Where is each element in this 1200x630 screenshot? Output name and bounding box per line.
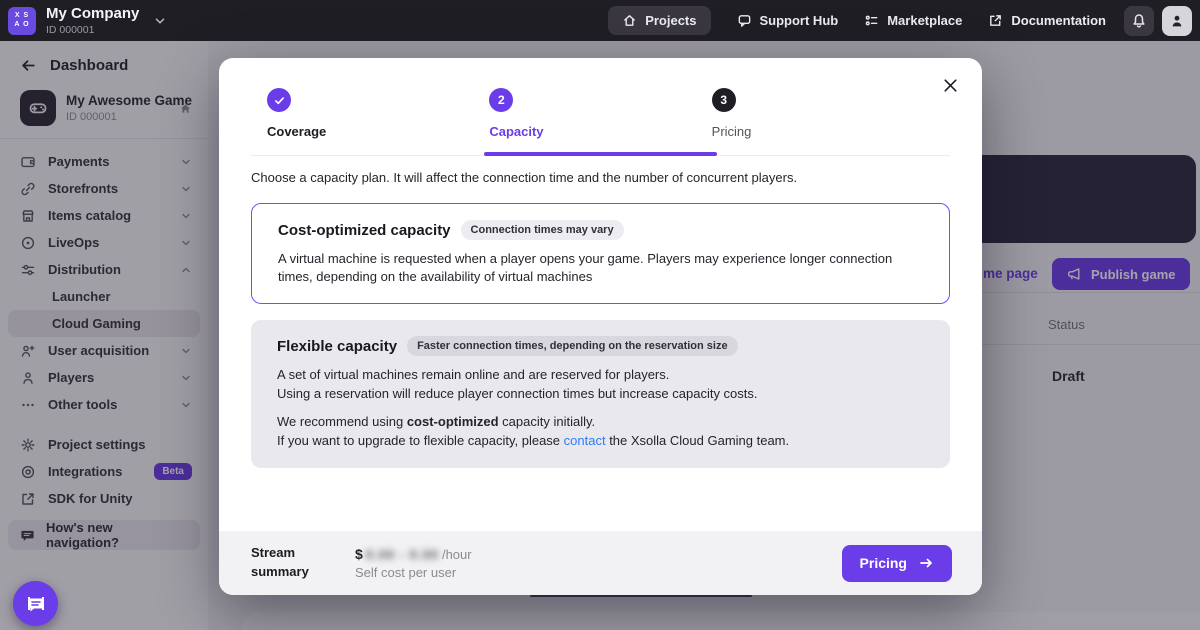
plan-description: A virtual machine is requested when a pl… bbox=[278, 250, 923, 286]
step-number: 3 bbox=[712, 88, 736, 112]
capacity-setup-modal: Coverage 2 Capacity 3 Pricing Choose a c… bbox=[219, 58, 982, 595]
self-cost-label: Self cost per user bbox=[355, 565, 472, 580]
documentation-label: Documentation bbox=[1011, 13, 1106, 28]
modal-footer: Stream summary $ 0.00 - 0.00 /hour Self … bbox=[219, 531, 982, 595]
xsolla-logo[interactable]: X SA O bbox=[8, 7, 36, 35]
company-name: My Company bbox=[46, 6, 139, 21]
step-label: Capacity bbox=[489, 124, 543, 139]
list-icon bbox=[864, 13, 879, 28]
projects-label: Projects bbox=[645, 13, 696, 28]
external-link-icon bbox=[988, 13, 1003, 28]
price-blurred: 0.00 - 0.00 bbox=[366, 547, 439, 562]
modal-body: Choose a capacity plan. It will affect t… bbox=[219, 156, 982, 531]
currency-symbol: $ bbox=[355, 546, 363, 562]
plan-line: Using a reservation will reduce player c… bbox=[277, 385, 924, 404]
price-block: $ 0.00 - 0.00 /hour Self cost per user bbox=[355, 546, 472, 580]
plan-description: A set of virtual machines remain online … bbox=[277, 366, 924, 404]
pricing-next-button[interactable]: Pricing bbox=[842, 545, 952, 582]
account-button[interactable] bbox=[1162, 6, 1192, 36]
notifications-button[interactable] bbox=[1124, 6, 1154, 36]
step-number: 2 bbox=[489, 88, 513, 112]
plan-line: A set of virtual machines remain online … bbox=[277, 366, 924, 385]
close-icon[interactable] bbox=[937, 72, 964, 99]
step-pricing[interactable]: 3 Pricing bbox=[712, 88, 934, 139]
marketplace-label: Marketplace bbox=[887, 13, 962, 28]
support-hub-label: Support Hub bbox=[760, 13, 839, 28]
projects-button[interactable]: Projects bbox=[608, 6, 710, 35]
home-icon bbox=[622, 13, 637, 28]
arrow-right-icon bbox=[918, 555, 934, 571]
documentation-link[interactable]: Documentation bbox=[988, 13, 1106, 28]
chat-icon bbox=[737, 13, 752, 28]
per-hour-label: /hour bbox=[442, 547, 472, 562]
check-icon bbox=[267, 88, 291, 112]
topbar-nav: Projects Support Hub Marketplace Documen… bbox=[608, 6, 1106, 35]
stepper: Coverage 2 Capacity 3 Pricing bbox=[219, 58, 982, 139]
plan-badge: Faster connection times, depending on th… bbox=[407, 336, 738, 356]
plan-card-flexible[interactable]: Flexible capacity Faster connection time… bbox=[251, 320, 950, 467]
plan-title: Flexible capacity bbox=[277, 338, 397, 355]
step-capacity[interactable]: 2 Capacity bbox=[489, 88, 711, 139]
plan-recommendation: We recommend using cost-optimized capaci… bbox=[277, 413, 924, 451]
plan-badge: Connection times may vary bbox=[461, 220, 624, 240]
plan-line: We recommend using cost-optimized capaci… bbox=[277, 413, 924, 432]
contact-link[interactable]: contact bbox=[564, 433, 606, 448]
chat-bubble-icon bbox=[25, 593, 47, 615]
step-label: Coverage bbox=[267, 124, 326, 139]
chat-widget-button[interactable] bbox=[13, 581, 58, 626]
plan-line: If you want to upgrade to flexible capac… bbox=[277, 432, 924, 451]
support-hub-link[interactable]: Support Hub bbox=[737, 13, 839, 28]
topbar: X SA O My Company ID 000001 Projects Sup… bbox=[0, 0, 1200, 41]
bell-icon bbox=[1131, 13, 1147, 29]
pricing-button-label: Pricing bbox=[860, 555, 907, 571]
plan-title: Cost-optimized capacity bbox=[278, 222, 451, 239]
plan-card-cost-optimized[interactable]: Cost-optimized capacity Connection times… bbox=[251, 203, 950, 304]
step-label: Pricing bbox=[712, 124, 752, 139]
company-id: ID 000001 bbox=[46, 24, 139, 36]
capacity-intro-text: Choose a capacity plan. It will affect t… bbox=[251, 170, 950, 185]
step-coverage[interactable]: Coverage bbox=[267, 88, 489, 139]
company-switcher[interactable]: My Company ID 000001 bbox=[46, 6, 139, 36]
stream-summary-label: Stream summary bbox=[251, 544, 323, 582]
marketplace-link[interactable]: Marketplace bbox=[864, 13, 962, 28]
chevron-down-icon[interactable] bbox=[153, 14, 167, 28]
person-icon bbox=[1169, 13, 1185, 29]
